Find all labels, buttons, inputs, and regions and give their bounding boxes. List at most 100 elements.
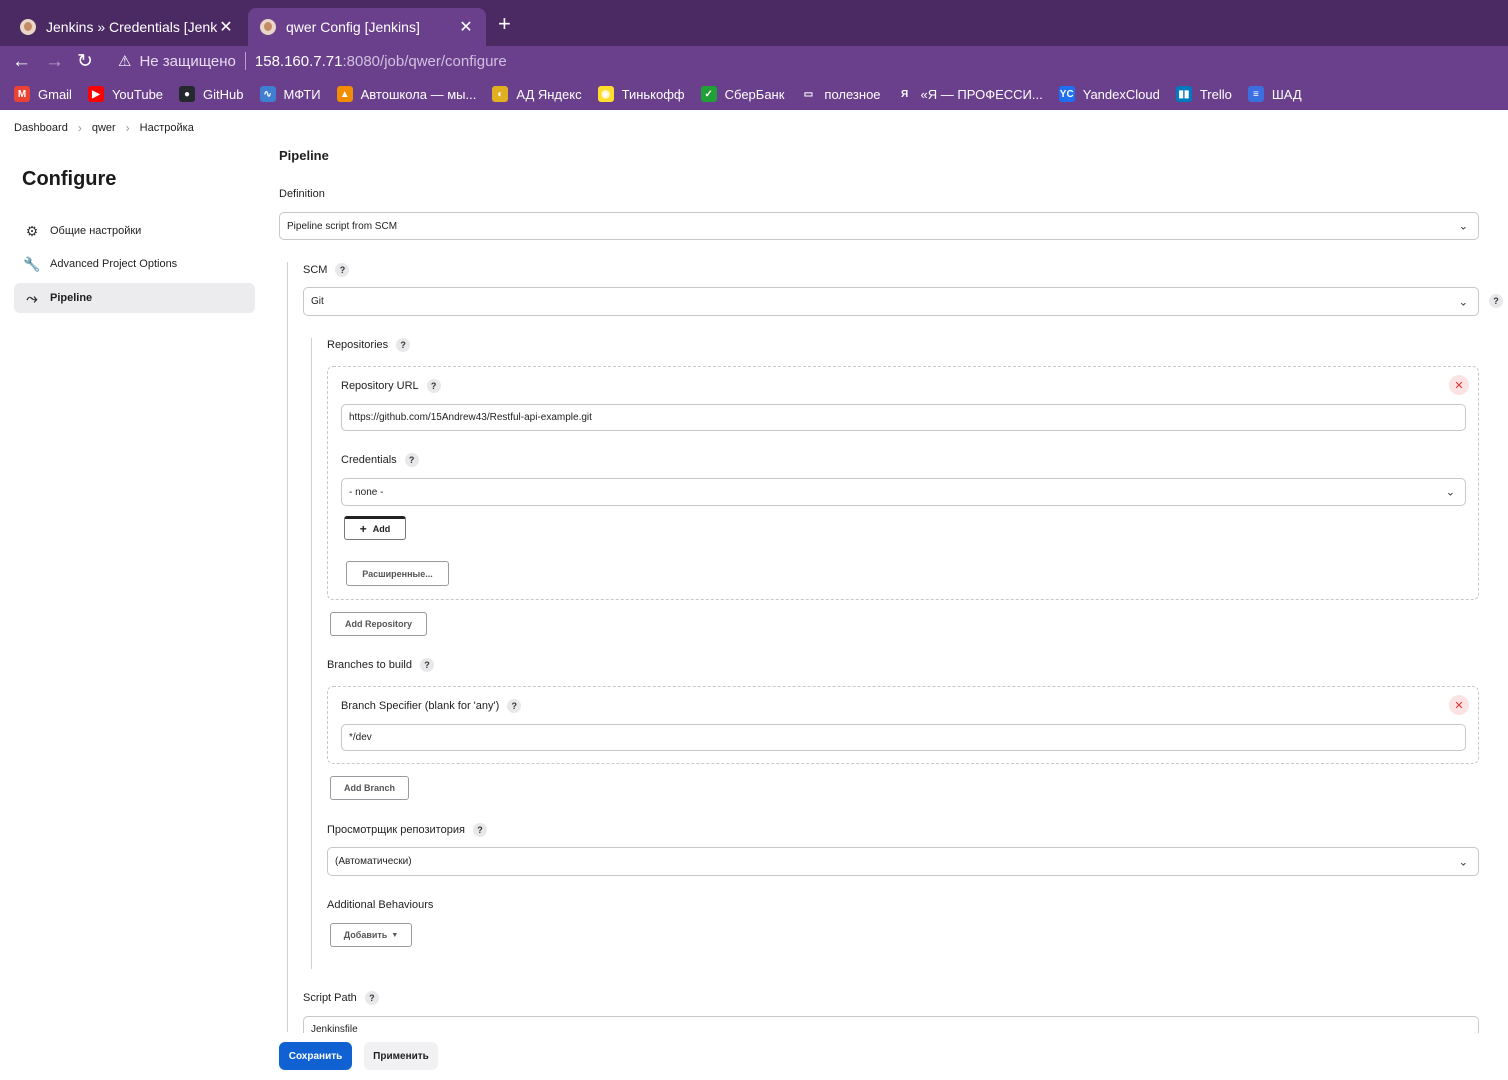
breadcrumb-dashboard[interactable]: Dashboard xyxy=(14,122,68,134)
help-icon[interactable]: ? xyxy=(507,699,522,713)
definition-value: Pipeline script from SCM xyxy=(287,220,398,232)
breadcrumb-qwer[interactable]: qwer xyxy=(92,122,116,134)
help-icon[interactable]: ? xyxy=(404,453,419,467)
remove-repository-icon[interactable]: ✕ xyxy=(1449,375,1469,395)
chevron-right-icon: › xyxy=(125,120,130,135)
branch-specifier-value: */dev xyxy=(349,732,372,743)
close-tab-icon[interactable]: ✕ xyxy=(218,17,234,37)
reload-icon[interactable]: ↻ xyxy=(77,50,93,74)
repo-url-value: https://github.com/15Andrew43/Restful-ap… xyxy=(349,412,592,423)
chevron-down-icon: ⌄ xyxy=(1458,856,1468,868)
bookmark-cone[interactable]: ▲ Автошкола — мы... xyxy=(336,86,477,102)
address-divider xyxy=(244,52,246,70)
bookmark-yc[interactable]: YC YandexCloud xyxy=(1058,86,1160,102)
bookmark-label: YouTube xyxy=(111,86,164,102)
credentials-value: - none - xyxy=(349,486,384,498)
bookmark-mipt[interactable]: ∿ МФТИ xyxy=(259,86,321,102)
bookmark-ya[interactable]: Я «Я — ПРОФЕССИ... xyxy=(896,86,1043,102)
add-behaviour-label: Добавить xyxy=(343,930,388,940)
branches-label: Branches to build ? xyxy=(327,657,434,673)
yandex-ad-icon: ◐ xyxy=(492,86,509,102)
sidebar-item-pipeline[interactable]: ⤳ Pipeline xyxy=(14,283,255,313)
wrench-icon: 🔧 xyxy=(23,255,41,272)
bookmark-shad[interactable]: ≡ ШАД xyxy=(1247,86,1302,102)
branches-label-text: Branches to build xyxy=(327,659,412,671)
warning-triangle-icon: ⚠ xyxy=(118,53,132,70)
sber-icon: ✓ xyxy=(700,86,717,102)
repo-browser-select[interactable]: (Автоматически) ⌄ xyxy=(327,847,1479,876)
security-label: Не защищено xyxy=(139,52,236,70)
address-bar[interactable]: ⚠ Не защищено 158.160.7.71 :8080/job/qwe… xyxy=(108,46,1508,76)
bookmark-label: YandexCloud xyxy=(1082,86,1160,102)
bookmark-folder[interactable]: ▭ полезное xyxy=(800,86,881,102)
breadcrumb-settings[interactable]: Настройка xyxy=(140,122,194,134)
bookmark-gmail[interactable]: M Gmail xyxy=(14,86,72,102)
bookmark-label: полезное xyxy=(824,86,881,102)
bookmark-label: СберБанк xyxy=(724,86,785,102)
scm-label-text: SCM xyxy=(303,264,328,276)
script-path-label-text: Script Path xyxy=(303,992,357,1004)
forward-arrow-icon[interactable]: → xyxy=(45,50,64,74)
bookmark-trello[interactable]: ▮▮ Trello xyxy=(1175,86,1232,102)
repo-browser-value: (Автоматически) xyxy=(335,856,412,867)
tab-title: Jenkins » Credentials [Jenkins] xyxy=(46,19,218,35)
scm-select[interactable]: Git ⌄ xyxy=(303,287,1479,316)
branch-specifier-input[interactable]: */dev xyxy=(341,724,1466,751)
cone-icon: ▲ xyxy=(336,86,353,102)
credentials-label-text: Credentials xyxy=(341,454,397,466)
help-icon[interactable]: ? xyxy=(396,338,411,352)
scm-help-icon[interactable]: ? xyxy=(1489,294,1503,308)
breadcrumb: Dashboard › qwer › Настройка xyxy=(0,110,1508,145)
back-arrow-icon[interactable]: ← xyxy=(12,50,31,74)
advanced-button[interactable]: Расширенные... xyxy=(346,561,449,586)
sidebar-item-advanced[interactable]: 🔧 Advanced Project Options xyxy=(14,249,255,279)
credentials-select[interactable]: - none - ⌄ xyxy=(341,478,1466,506)
close-tab-icon[interactable]: ✕ xyxy=(458,17,474,37)
gmail-icon: M xyxy=(14,86,30,102)
bookmark-label: Автошкола — мы... xyxy=(360,86,477,102)
browser-tab-credentials[interactable]: Jenkins » Credentials [Jenkins] ✕ xyxy=(8,8,246,46)
repo-url-input[interactable]: https://github.com/15Andrew43/Restful-ap… xyxy=(341,404,1466,431)
url-path: :8080/job/qwer/configure xyxy=(342,52,507,70)
add-behaviour-dropdown[interactable]: Добавить ▼ xyxy=(330,923,412,947)
browser-tab-config[interactable]: qwer Config [Jenkins] ✕ xyxy=(248,8,486,46)
bookmark-sber[interactable]: ✓ СберБанк xyxy=(700,86,785,102)
youtube-icon: ▶ xyxy=(87,86,104,102)
form-footer xyxy=(0,1033,1508,1080)
remove-branch-icon[interactable]: ✕ xyxy=(1449,695,1469,715)
help-icon[interactable]: ? xyxy=(364,991,379,1005)
help-icon[interactable]: ? xyxy=(426,379,441,393)
bookmark-youtube[interactable]: ▶ YouTube xyxy=(87,86,164,102)
gear-icon: ⚙ xyxy=(25,222,39,239)
browser-tab-strip: Jenkins » Credentials [Jenkins] ✕ qwer C… xyxy=(0,0,1508,46)
add-credentials-button[interactable]: + Add xyxy=(344,516,406,540)
section-indent-line xyxy=(287,262,288,1032)
folder-icon: ▭ xyxy=(800,86,817,102)
sidebar-item-label: Pipeline xyxy=(50,292,93,304)
help-icon[interactable]: ? xyxy=(472,823,487,837)
branch-specifier-label-text: Branch Specifier (blank for 'any') xyxy=(341,700,500,712)
apply-button[interactable]: Применить xyxy=(364,1042,438,1070)
section-title: Pipeline xyxy=(279,147,329,163)
url-host: 158.160.7.71 xyxy=(254,52,343,70)
bookmark-label: МФТИ xyxy=(283,86,321,102)
bookmarks-bar: M Gmail ▶ YouTube ● GitHub ∿ МФТИ ▲ Автошкола — м… xyxy=(0,78,1508,110)
bookmark-yandex-ad[interactable]: ◐ АД Яндекс xyxy=(492,86,582,102)
add-branch-button[interactable]: Add Branch xyxy=(330,776,409,800)
add-repository-button[interactable]: Add Repository xyxy=(330,612,427,636)
definition-label: Definition xyxy=(279,188,325,200)
repo-url-label-text: Repository URL xyxy=(341,380,419,392)
bookmark-label: ШАД xyxy=(1271,86,1302,102)
sidebar-item-general[interactable]: ⚙ Общие настройки xyxy=(14,216,255,246)
definition-select[interactable]: Pipeline script from SCM ⌄ xyxy=(279,212,1479,240)
bookmark-tinkoff[interactable]: ◉ Тинькофф xyxy=(597,86,685,102)
save-button[interactable]: Сохранить xyxy=(279,1042,352,1070)
help-icon[interactable]: ? xyxy=(335,263,350,277)
ya-icon: Я xyxy=(896,86,913,102)
bookmark-github[interactable]: ● GitHub xyxy=(179,86,244,102)
new-tab-icon[interactable]: + xyxy=(498,12,511,36)
repositories-label-text: Repositories xyxy=(327,339,389,351)
help-icon[interactable]: ? xyxy=(420,658,434,672)
bookmark-label: АД Яндекс xyxy=(516,86,582,102)
jenkins-favicon-icon xyxy=(260,19,276,35)
